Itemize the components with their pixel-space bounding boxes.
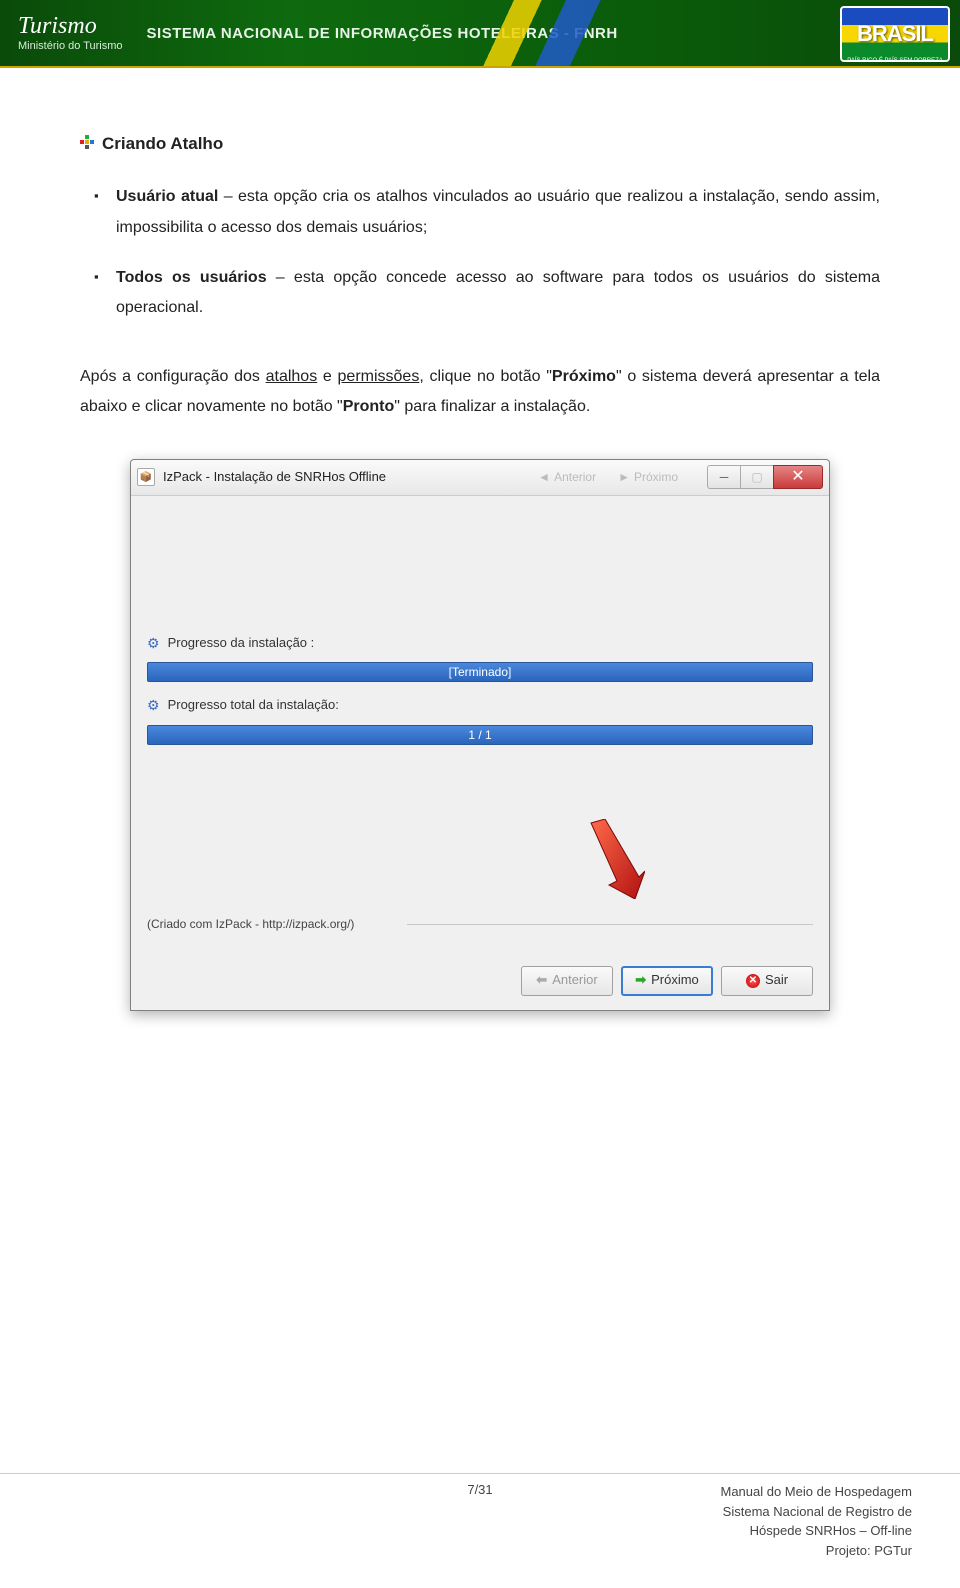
window-title: IzPack - Instalação de SNRHos Offline <box>163 465 538 490</box>
banner-system-name: SISTEMA NACIONAL DE INFORMAÇÕES HOTELEIR… <box>147 25 618 42</box>
titlebar-disabled-nav: ◄Anterior ►Próximo <box>538 466 678 489</box>
option-label: Todos os usuários <box>116 269 267 286</box>
para-text: , clique no botão " <box>419 368 552 385</box>
footer-right: Manual do Meio de Hospedagem Sistema Nac… <box>720 1482 960 1560</box>
spacer <box>147 510 813 630</box>
stop-icon: ✕ <box>746 974 760 988</box>
footer-line: Projeto: PGTur <box>720 1541 912 1561</box>
installer-body: ⚙ Progresso da instalação : [Terminado] … <box>131 496 829 956</box>
next-button[interactable]: ➡ Próximo <box>621 966 713 996</box>
heading-bullet-icon <box>80 128 94 160</box>
option-desc: – esta opção cria os atalhos vinculados … <box>116 188 880 235</box>
para-text: Após a configuração dos <box>80 368 266 385</box>
section-heading: Criando Atalho <box>80 128 880 160</box>
installer-footer: ⬅ Anterior ➡ Próximo ✕ Sair <box>131 956 829 1010</box>
para-bold: Pronto <box>343 398 395 415</box>
titlebar: 📦 IzPack - Instalação de SNRHos Offline … <box>131 460 829 496</box>
credit-line: (Criado com IzPack - http://izpack.org/) <box>147 913 813 936</box>
spacer <box>147 755 813 895</box>
screenshot-wrap: 📦 IzPack - Instalação de SNRHos Offline … <box>80 459 880 1011</box>
brasil-logo-tag: PAÍS RICO É PAÍS SEM POBREZA <box>847 58 942 64</box>
page-footer: 7/31 Manual do Meio de Hospedagem Sistem… <box>0 1473 960 1560</box>
top-banner: Turismo Ministério do Turismo SISTEMA NA… <box>0 0 960 68</box>
para-underline: atalhos <box>266 368 318 385</box>
option-list: Usuário atual – esta opção cria os atalh… <box>116 182 880 324</box>
gear-icon: ⚙ <box>147 630 160 657</box>
option-item-user: Usuário atual – esta opção cria os atalh… <box>116 182 880 243</box>
instruction-paragraph: Após a configuração dos atalhos e permis… <box>80 362 880 423</box>
total-progress-bar: 1 / 1 <box>147 725 813 745</box>
footer-line: Hóspede SNRHos – Off-line <box>720 1521 912 1541</box>
progress-bar: [Terminado] <box>147 662 813 682</box>
heading-text: Criando Atalho <box>102 128 223 160</box>
red-arrow-annotation <box>585 819 645 899</box>
minimize-button[interactable]: ─ <box>707 465 741 489</box>
gear-icon: ⚙ <box>147 692 160 719</box>
banner-subtitle: Ministério do Turismo <box>18 40 123 52</box>
para-underline: permissões <box>338 368 420 385</box>
banner-title: Turismo <box>18 14 123 38</box>
banner-left: Turismo Ministério do Turismo <box>18 14 123 52</box>
button-label: Sair <box>765 968 788 993</box>
close-button[interactable]: ✕ <box>773 465 823 489</box>
arrow-right-icon: ➡ <box>635 968 646 993</box>
footer-line: Sistema Nacional de Registro de <box>720 1502 912 1522</box>
maximize-button[interactable]: ▢ <box>740 465 774 489</box>
total-progress-row: ⚙ Progresso total da instalação: <box>147 692 813 719</box>
button-label: Próximo <box>651 968 699 993</box>
titlebar-nav-prev: ◄Anterior <box>538 466 596 489</box>
document-body: Criando Atalho Usuário atual – esta opçã… <box>0 68 960 1011</box>
footer-line: Manual do Meio de Hospedagem <box>720 1482 912 1502</box>
progress-row: ⚙ Progresso da instalação : <box>147 630 813 657</box>
para-text: " para finalizar a instalação. <box>394 398 590 415</box>
titlebar-nav-next: ►Próximo <box>618 466 678 489</box>
installer-window: 📦 IzPack - Instalação de SNRHos Offline … <box>130 459 830 1011</box>
button-label: Anterior <box>552 968 598 993</box>
option-item-all-users: Todos os usuários – esta opção concede a… <box>116 263 880 324</box>
total-progress-label: Progresso total da instalação: <box>168 693 339 718</box>
page-number: 7/31 <box>467 1482 492 1497</box>
window-controls: ─ ▢ ✕ <box>708 465 823 489</box>
para-bold: Próximo <box>552 368 616 385</box>
brasil-logo-text: BRASIL <box>857 21 933 47</box>
exit-button[interactable]: ✕ Sair <box>721 966 813 996</box>
brasil-logo: BRASIL PAÍS RICO É PAÍS SEM POBREZA <box>840 6 950 62</box>
arrow-left-icon: ⬅ <box>536 968 547 993</box>
prev-button: ⬅ Anterior <box>521 966 613 996</box>
progress-label: Progresso da instalação : <box>168 631 315 656</box>
app-icon: 📦 <box>137 468 155 486</box>
option-label: Usuário atual <box>116 188 218 205</box>
para-text: e <box>317 368 337 385</box>
